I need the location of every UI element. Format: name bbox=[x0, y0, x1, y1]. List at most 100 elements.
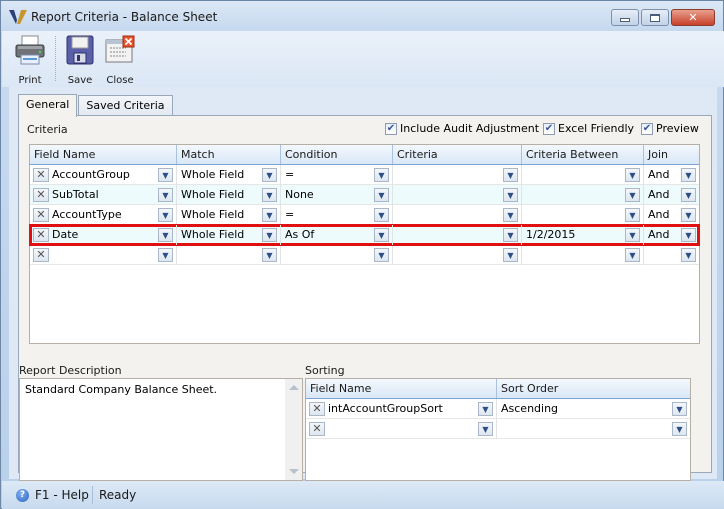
sort-order-cell[interactable]: Ascending ▼ bbox=[497, 399, 690, 419]
field-name-cell[interactable]: ✕ AccountType ▼ bbox=[30, 205, 177, 225]
report-description-textarea[interactable]: Standard Company Balance Sheet. bbox=[19, 378, 303, 481]
match-cell[interactable]: Whole Field ▼ bbox=[177, 225, 281, 245]
chevron-down-icon[interactable]: ▼ bbox=[262, 168, 277, 182]
condition-cell[interactable]: = ▼ bbox=[281, 205, 393, 225]
criteria-cell[interactable]: ▼ bbox=[393, 185, 522, 205]
column-header-match[interactable]: Match bbox=[177, 145, 281, 164]
chevron-down-icon[interactable]: ▼ bbox=[681, 188, 696, 202]
chevron-down-icon[interactable]: ▼ bbox=[374, 228, 389, 242]
remove-row-icon[interactable]: ✕ bbox=[33, 208, 49, 222]
chevron-down-icon[interactable]: ▼ bbox=[672, 422, 687, 436]
criteria-cell[interactable]: ▼ bbox=[393, 205, 522, 225]
close-window-button[interactable]: ✕ bbox=[671, 9, 715, 26]
column-header-sort-field-name[interactable]: Field Name bbox=[306, 379, 497, 398]
include-audit-adjustment-checkbox[interactable]: ✔ Include Audit Adjustment bbox=[385, 122, 539, 135]
condition-cell[interactable]: = ▼ bbox=[281, 165, 393, 185]
field-name-cell[interactable]: ✕ AccountGroup ▼ bbox=[30, 165, 177, 185]
chevron-down-icon[interactable]: ▼ bbox=[262, 188, 277, 202]
criteria-row[interactable]: ✕ SubTotal ▼ Whole Field ▼ None ▼ ▼ ▼ And ▼ bbox=[30, 185, 699, 205]
sorting-row[interactable]: ✕ intAccountGroupSort ▼ Ascending ▼ bbox=[306, 399, 690, 419]
condition-cell[interactable]: As Of ▼ bbox=[281, 225, 393, 245]
description-scrollbar[interactable] bbox=[285, 379, 302, 480]
match-cell[interactable]: ▼ bbox=[177, 245, 281, 265]
join-cell[interactable]: And ▼ bbox=[644, 165, 699, 185]
match-cell[interactable]: Whole Field ▼ bbox=[177, 185, 281, 205]
join-cell[interactable]: ▼ bbox=[644, 245, 699, 265]
chevron-down-icon[interactable]: ▼ bbox=[374, 208, 389, 222]
condition-cell[interactable]: ▼ bbox=[281, 245, 393, 265]
criteria-between-cell[interactable]: 1/2/2015 ▼ bbox=[522, 225, 644, 245]
chevron-down-icon[interactable]: ▼ bbox=[374, 188, 389, 202]
column-header-criteria-between[interactable]: Criteria Between bbox=[522, 145, 644, 164]
column-header-sort-order[interactable]: Sort Order bbox=[497, 379, 690, 398]
remove-row-icon[interactable]: ✕ bbox=[33, 228, 49, 242]
join-cell[interactable]: And ▼ bbox=[644, 205, 699, 225]
column-header-criteria[interactable]: Criteria bbox=[393, 145, 522, 164]
criteria-cell[interactable]: ▼ bbox=[393, 225, 522, 245]
chevron-down-icon[interactable]: ▼ bbox=[625, 248, 640, 262]
join-cell[interactable]: And ▼ bbox=[644, 225, 699, 245]
print-button[interactable]: Print bbox=[12, 34, 48, 86]
remove-row-icon[interactable]: ✕ bbox=[33, 248, 49, 262]
sort-field-name-cell[interactable]: ✕ intAccountGroupSort ▼ bbox=[306, 399, 497, 419]
remove-row-icon[interactable]: ✕ bbox=[309, 402, 325, 416]
chevron-down-icon[interactable]: ▼ bbox=[625, 188, 640, 202]
excel-friendly-checkbox[interactable]: ✔ Excel Friendly bbox=[543, 122, 634, 135]
close-button[interactable]: Close bbox=[102, 34, 138, 86]
sort-field-name-cell[interactable]: ✕ ▼ bbox=[306, 419, 497, 439]
field-name-cell[interactable]: ✕ ▼ bbox=[30, 245, 177, 265]
chevron-down-icon[interactable]: ▼ bbox=[262, 248, 277, 262]
chevron-down-icon[interactable]: ▼ bbox=[625, 168, 640, 182]
remove-row-icon[interactable]: ✕ bbox=[309, 422, 325, 436]
join-cell[interactable]: And ▼ bbox=[644, 185, 699, 205]
chevron-down-icon[interactable]: ▼ bbox=[374, 248, 389, 262]
preview-checkbox[interactable]: ✔ Preview bbox=[641, 122, 699, 135]
chevron-down-icon[interactable]: ▼ bbox=[503, 208, 518, 222]
criteria-between-cell[interactable]: ▼ bbox=[522, 205, 644, 225]
chevron-down-icon[interactable]: ▼ bbox=[158, 228, 173, 242]
criteria-between-cell[interactable]: ▼ bbox=[522, 185, 644, 205]
criteria-between-cell[interactable]: ▼ bbox=[522, 165, 644, 185]
remove-row-icon[interactable]: ✕ bbox=[33, 188, 49, 202]
chevron-down-icon[interactable]: ▼ bbox=[503, 228, 518, 242]
column-header-join[interactable]: Join bbox=[644, 145, 699, 164]
chevron-down-icon[interactable]: ▼ bbox=[503, 188, 518, 202]
chevron-down-icon[interactable]: ▼ bbox=[503, 168, 518, 182]
field-name-cell[interactable]: ✕ SubTotal ▼ bbox=[30, 185, 177, 205]
minimize-button[interactable] bbox=[611, 9, 639, 26]
scroll-up-icon[interactable] bbox=[289, 385, 299, 390]
chevron-down-icon[interactable]: ▼ bbox=[158, 168, 173, 182]
maximize-button[interactable] bbox=[641, 9, 669, 26]
condition-cell[interactable]: None ▼ bbox=[281, 185, 393, 205]
match-cell[interactable]: Whole Field ▼ bbox=[177, 205, 281, 225]
chevron-down-icon[interactable]: ▼ bbox=[262, 208, 277, 222]
tab-general[interactable]: General bbox=[18, 94, 78, 117]
scroll-down-icon[interactable] bbox=[289, 469, 299, 474]
criteria-row[interactable]: ✕ AccountGroup ▼ Whole Field ▼ = ▼ ▼ ▼ And ▼ bbox=[30, 165, 699, 185]
save-button[interactable]: Save bbox=[62, 34, 98, 86]
criteria-cell[interactable]: ▼ bbox=[393, 245, 522, 265]
tab-saved-criteria[interactable]: Saved Criteria bbox=[78, 95, 173, 116]
help-icon[interactable]: ? bbox=[16, 489, 29, 502]
chevron-down-icon[interactable]: ▼ bbox=[158, 248, 173, 262]
criteria-row-highlighted[interactable]: ✕ Date ▼ Whole Field ▼ As Of ▼ ▼ 1/2/2015 ▼ And ▼ bbox=[29, 224, 700, 246]
chevron-down-icon[interactable]: ▼ bbox=[478, 422, 493, 436]
criteria-row[interactable]: ✕ ▼ ▼ ▼ ▼ ▼ ▼ bbox=[30, 245, 699, 265]
field-name-cell[interactable]: ✕ Date ▼ bbox=[30, 225, 177, 245]
sort-order-cell[interactable]: ▼ bbox=[497, 419, 690, 439]
remove-row-icon[interactable]: ✕ bbox=[33, 168, 49, 182]
chevron-down-icon[interactable]: ▼ bbox=[681, 248, 696, 262]
column-header-condition[interactable]: Condition bbox=[281, 145, 393, 164]
match-cell[interactable]: Whole Field ▼ bbox=[177, 165, 281, 185]
chevron-down-icon[interactable]: ▼ bbox=[681, 168, 696, 182]
chevron-down-icon[interactable]: ▼ bbox=[374, 168, 389, 182]
chevron-down-icon[interactable]: ▼ bbox=[478, 402, 493, 416]
chevron-down-icon[interactable]: ▼ bbox=[672, 402, 687, 416]
chevron-down-icon[interactable]: ▼ bbox=[262, 228, 277, 242]
column-header-field-name[interactable]: Field Name bbox=[30, 145, 177, 164]
criteria-cell[interactable]: ▼ bbox=[393, 165, 522, 185]
chevron-down-icon[interactable]: ▼ bbox=[158, 188, 173, 202]
criteria-between-cell[interactable]: ▼ bbox=[522, 245, 644, 265]
sorting-row[interactable]: ✕ ▼ ▼ bbox=[306, 419, 690, 439]
chevron-down-icon[interactable]: ▼ bbox=[625, 208, 640, 222]
